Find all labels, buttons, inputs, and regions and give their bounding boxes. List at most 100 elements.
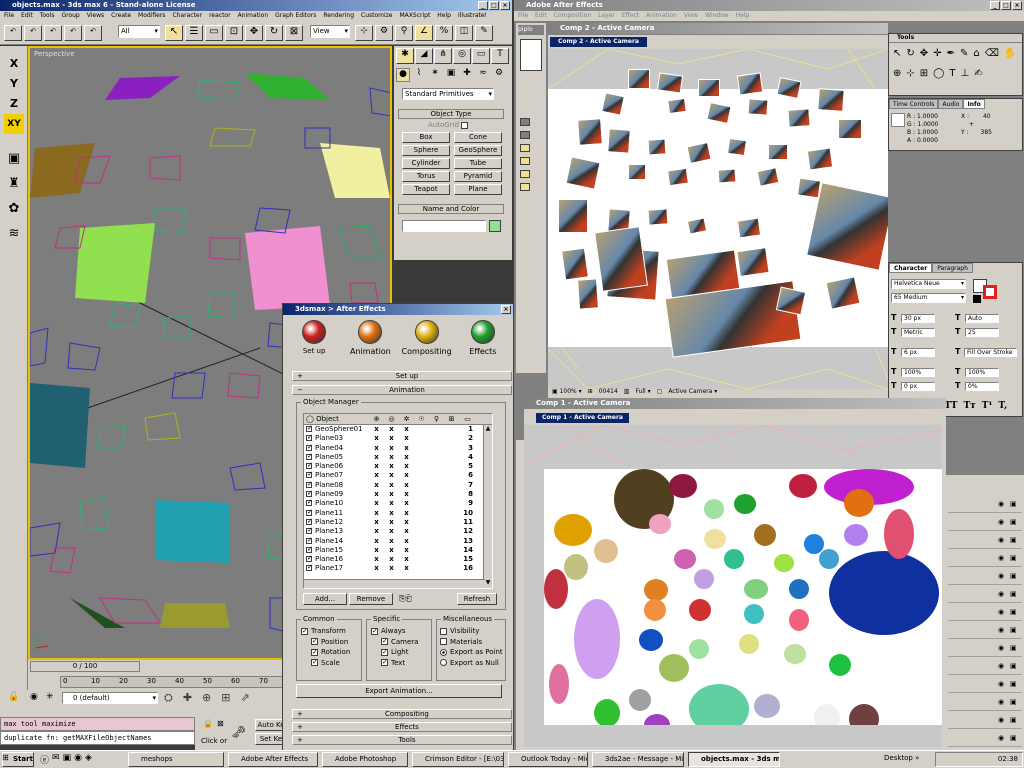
comp2-resolution[interactable]: Full ▾ (635, 386, 650, 398)
rollout-tools[interactable]: + Tools (292, 735, 512, 745)
specific-option[interactable]: Text (371, 657, 418, 669)
layers-icon[interactable]: ≋ (5, 221, 23, 246)
time-slider[interactable]: 0 / 100 (30, 661, 140, 672)
reference-coord-dropdown[interactable]: View ▾ (310, 25, 350, 38)
max-menu-item[interactable]: Help (437, 11, 451, 21)
object-name-input[interactable] (402, 220, 486, 232)
object-row[interactable]: Plane03xxx2 (304, 434, 492, 443)
object-list[interactable]: ◯ Object ⊕ ◎ ✲ ☉ ♀ ⊞ ▭ GeoSphere01xxx1Pl… (303, 413, 493, 589)
text-style-button[interactable]: T, (998, 401, 1007, 411)
timeline-layer-row[interactable]: ◉ ▣ (948, 695, 1022, 711)
manipulate-icon[interactable]: ⚙ (375, 25, 393, 41)
object-flag[interactable]: x (384, 434, 399, 443)
timeline-layer-row[interactable]: ◉ ▣ (948, 623, 1022, 639)
style-dropdown[interactable]: 65 Medium ▾ (891, 293, 966, 303)
project-item-icon[interactable] (520, 131, 530, 139)
object-checkbox[interactable] (306, 425, 313, 433)
object-flag[interactable]: x (399, 425, 414, 434)
info-tab[interactable]: Info (963, 99, 985, 109)
window-crossing-icon[interactable]: ⊡ (225, 25, 243, 41)
max-menu-item[interactable]: File (4, 11, 14, 21)
track-xy-tool-icon[interactable]: ✛ (933, 46, 941, 61)
quick-launch-media-icon[interactable]: ◉ (74, 753, 82, 766)
comp2-zoom[interactable]: ▣ 100% ▾ (552, 386, 582, 398)
timeline-layer-row[interactable]: ◉ ▣ (948, 605, 1022, 621)
remove-button[interactable]: Remove (349, 593, 393, 605)
ae-menu-item[interactable]: Window (705, 11, 729, 21)
object-list-scrollbar[interactable]: ▲ ▼ (483, 425, 492, 588)
info-tab[interactable]: Audio (938, 99, 964, 109)
object-flag[interactable]: x (384, 453, 399, 462)
layer-props-icon[interactable]: ⊞ (221, 691, 230, 705)
object-flag[interactable]: x (399, 518, 414, 527)
checkbox[interactable] (381, 636, 388, 647)
checkbox[interactable] (311, 657, 318, 668)
checkbox[interactable] (440, 638, 447, 645)
display-tab-icon[interactable]: ▭ (472, 48, 490, 64)
col-layer-icon[interactable]: ▭ (459, 414, 476, 424)
object-flag[interactable]: x (399, 481, 414, 490)
object-flag[interactable]: x (369, 499, 384, 508)
object-flag[interactable]: x (369, 490, 384, 499)
minimize-button[interactable]: _ (478, 1, 488, 10)
text-style-button[interactable]: T¹ (982, 401, 993, 411)
lights-icon[interactable]: ✶ (428, 68, 442, 82)
checkbox[interactable] (371, 626, 378, 636)
comp2-region-icon[interactable]: ▢ (657, 386, 663, 398)
layer-select-icon[interactable]: ✚ (183, 691, 192, 705)
snowflake-icon[interactable]: ✳ (46, 692, 54, 702)
autogrid-checkbox[interactable]: AutoGrid (428, 121, 471, 129)
object-flag[interactable]: x (369, 425, 384, 434)
cube-icon[interactable]: ▣ (5, 146, 23, 171)
timeline-layer-row[interactable]: ◉ ▣ (948, 587, 1022, 603)
primitive-torus-button[interactable]: Torus (402, 171, 450, 182)
object-flag[interactable]: x (384, 490, 399, 499)
layer-parent-icon[interactable]: ▣ (1010, 500, 1017, 508)
object-flag[interactable]: x (384, 481, 399, 490)
text-style-button[interactable]: Tт (963, 401, 975, 411)
comp2-camera[interactable]: Active Camera ▾ (668, 386, 717, 398)
object-color-swatch[interactable] (489, 220, 501, 232)
plugin-compositing-button[interactable]: Compositing (400, 320, 454, 365)
object-flag[interactable]: x (369, 453, 384, 462)
max-menu-item[interactable]: Illustrate! (458, 11, 487, 21)
layer-parent-icon[interactable]: ▣ (1010, 590, 1017, 598)
shapes-icon[interactable]: ⌇ (412, 68, 426, 82)
object-checkbox[interactable] (306, 453, 313, 461)
project-item-icon[interactable] (520, 144, 530, 152)
object-checkbox[interactable] (306, 527, 313, 535)
pen-tool-icon[interactable]: ✒ (947, 46, 955, 61)
col-camera-icon[interactable]: ◎ (384, 414, 399, 424)
object-row[interactable]: Plane05xxx4 (304, 453, 492, 462)
layer-switch-icon[interactable]: ◉ (998, 734, 1004, 742)
specific-option[interactable]: Always (371, 626, 418, 637)
comp2-timecode[interactable]: 00414 (599, 386, 618, 398)
layer-parent-icon[interactable]: ▣ (1010, 734, 1017, 742)
listener-output[interactable]: duplicate fn: getMAXFileObjectNames (0, 731, 195, 745)
object-flag[interactable]: x (384, 527, 399, 536)
col-transform-icon[interactable]: ⊕ (369, 414, 384, 424)
object-flag[interactable]: x (399, 490, 414, 499)
layer-parent-icon[interactable]: ▣ (1010, 662, 1017, 670)
layer-parent-icon[interactable]: ▣ (1010, 698, 1017, 706)
object-flag[interactable]: x (399, 509, 414, 518)
object-row[interactable]: Plane06xxx5 (304, 462, 492, 471)
common-option[interactable]: Scale (301, 657, 350, 669)
object-flag[interactable]: x (369, 471, 384, 480)
object-flag[interactable]: x (369, 434, 384, 443)
timeline-layer-row[interactable]: ◉ ▣ (948, 677, 1022, 693)
select-object-icon[interactable]: ↖ (165, 25, 183, 41)
object-list-hscroll[interactable] (304, 579, 485, 588)
ae-menu-item[interactable]: Help (736, 11, 750, 21)
clone-tool-icon[interactable]: ⌂ (973, 46, 979, 61)
selection-filter-dropdown[interactable]: All ▾ (118, 25, 160, 38)
trackbar[interactable]: 0 10 20 30 40 50 60 70 (60, 676, 290, 688)
object-checkbox[interactable] (306, 537, 313, 545)
layer-parent-icon[interactable]: ▣ (1010, 518, 1017, 526)
object-flag[interactable]: x (399, 444, 414, 453)
baseline-shift-field[interactable]: T 0 px (891, 379, 951, 393)
col-visibility-icon[interactable]: ☉ (414, 414, 429, 424)
object-flag[interactable]: x (399, 434, 414, 443)
comp1-tab[interactable]: Comp 1 - Active Camera (536, 413, 629, 423)
layer-switch-icon[interactable]: ◉ (998, 644, 1004, 652)
